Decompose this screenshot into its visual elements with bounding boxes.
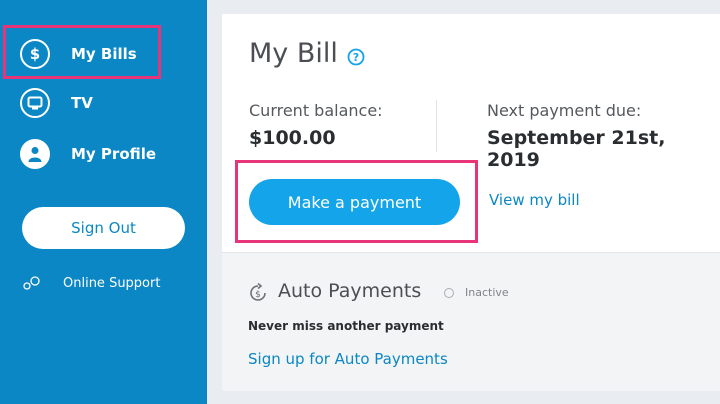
sidebar-item-tv[interactable]: TV: [20, 86, 93, 120]
inactive-status-icon: [444, 288, 454, 298]
svg-text:$: $: [30, 45, 40, 63]
chat-icon: [23, 276, 40, 290]
sidebar-item-label: My Profile: [71, 145, 157, 163]
bill-card: My Bill ? Current balance: $100.00 Next …: [222, 14, 720, 391]
profile-icon: [20, 139, 50, 169]
sign-out-button[interactable]: Sign Out: [22, 207, 185, 249]
current-balance-label: Current balance:: [249, 101, 383, 120]
sign-up-auto-payments-link[interactable]: Sign up for Auto Payments: [248, 350, 448, 368]
auto-payments-title: Auto Payments: [278, 280, 422, 302]
sidebar-item-label: TV: [71, 94, 93, 112]
bill-summary-section: My Bill ? Current balance: $100.00 Next …: [222, 14, 720, 252]
sidebar-item-my-profile[interactable]: My Profile: [20, 137, 156, 171]
auto-payment-icon: $: [250, 283, 266, 301]
online-support-link[interactable]: Online Support: [22, 272, 160, 294]
next-payment-date: September 21st, 2019: [487, 127, 666, 171]
dollar-icon: $: [20, 39, 50, 69]
help-icon[interactable]: ?: [347, 48, 365, 66]
status-badge: Inactive: [465, 286, 509, 299]
make-payment-button[interactable]: Make a payment: [249, 179, 460, 225]
svg-text:?: ?: [353, 51, 359, 64]
page-title: My Bill: [249, 38, 338, 69]
online-support-label: Online Support: [63, 275, 161, 291]
divider: [436, 100, 437, 152]
current-balance-value: $100.00: [249, 127, 336, 149]
auto-payments-description: Never miss another payment: [248, 319, 444, 333]
next-payment-label: Next payment due:: [487, 101, 642, 120]
sidebar-item-my-bills[interactable]: $ My Bills: [20, 37, 137, 71]
sidebar-item-label: My Bills: [71, 45, 137, 63]
sidebar: $ My Bills TV My Profile Sign Out Online: [0, 0, 207, 404]
view-bill-link[interactable]: View my bill: [489, 191, 580, 209]
svg-text:$: $: [255, 290, 261, 300]
tv-icon: [20, 88, 50, 118]
